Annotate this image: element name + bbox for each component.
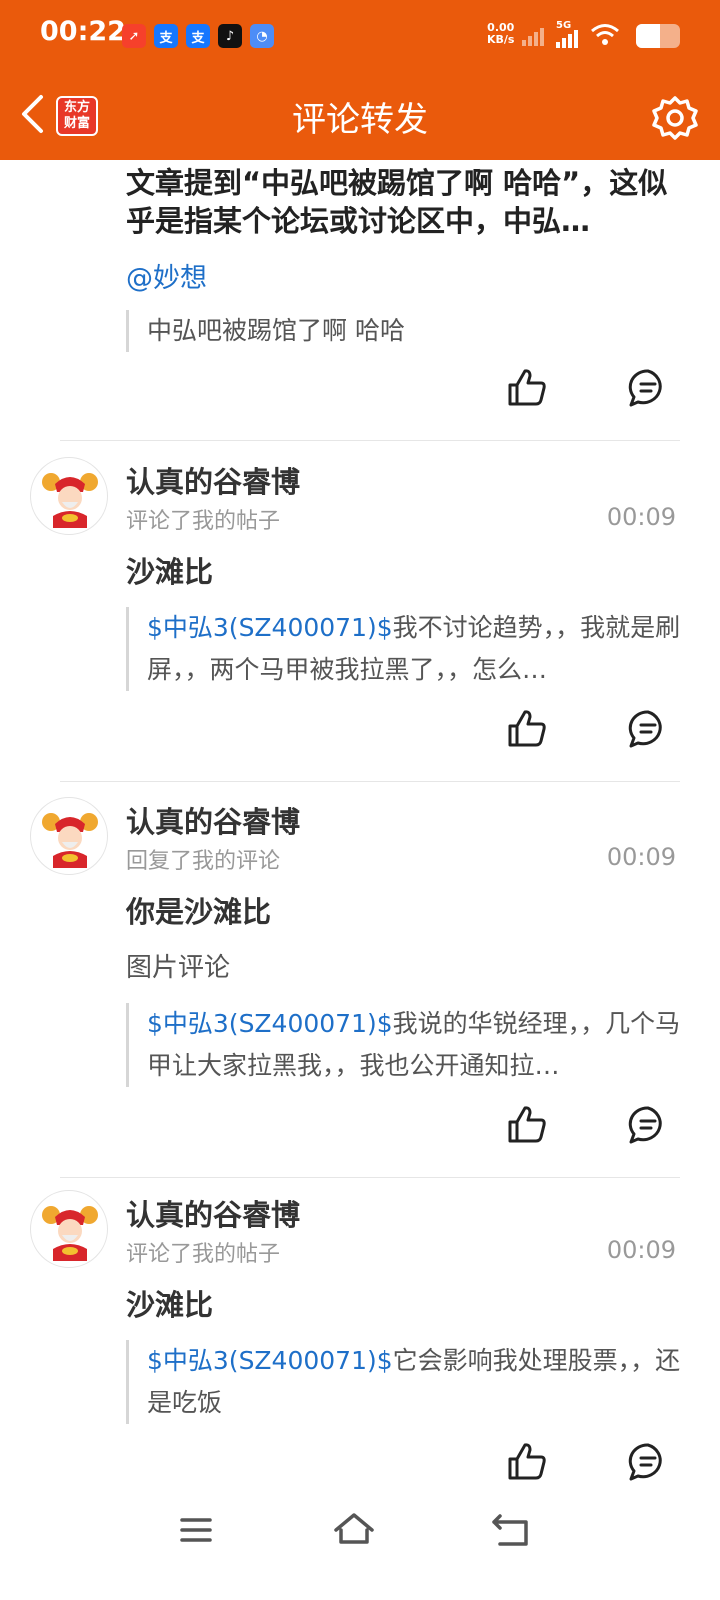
back-nav-button[interactable] <box>490 1508 534 1552</box>
quoted-post[interactable]: $中弘3(SZ400071)$我说的华锐经理，，几个马甲让大家拉黑我，，我也公开… <box>126 1003 686 1087</box>
comment-icon <box>628 369 662 407</box>
divider <box>60 440 680 441</box>
reply-button[interactable] <box>626 707 670 751</box>
home-button[interactable] <box>332 1508 376 1552</box>
signal-weak-icon <box>522 28 544 46</box>
stock-link[interactable]: $中弘3(SZ400071)$ <box>147 1346 393 1375</box>
comment-icon <box>628 710 662 748</box>
avatar-image <box>42 1206 98 1261</box>
divider <box>60 1177 680 1178</box>
settings-button[interactable] <box>650 94 700 144</box>
timestamp: 00:09 <box>606 1236 676 1264</box>
mention-link[interactable]: @妙想 <box>126 256 207 295</box>
avatar-image <box>42 813 98 868</box>
gear-icon <box>652 96 698 140</box>
tiktok-icon: ♪ <box>218 24 242 48</box>
like-button[interactable] <box>506 1103 550 1147</box>
list-item[interactable]: 文章提到“中弘吧被踢馆了啊 哈哈”，这似乎是指某个论坛或讨论区中，中弘… @妙想… <box>0 160 720 440</box>
avatar[interactable] <box>30 1190 108 1268</box>
signal-strong-icon <box>556 30 578 48</box>
username[interactable]: 认真的谷睿博 <box>126 1192 300 1234</box>
quoted-post[interactable]: $中弘3(SZ400071)$它会影响我处理股票，，还是吃饭 <box>126 1340 686 1424</box>
timestamp: 00:09 <box>606 843 676 871</box>
comment-text: 沙滩比 <box>126 1288 214 1322</box>
quoted-post[interactable]: $中弘3(SZ400071)$我不讨论趋势，，我就是刷屏，，两个马甲被我拉黑了，… <box>126 607 686 691</box>
username[interactable]: 认真的谷睿博 <box>126 459 300 501</box>
alipay-icon: 支 <box>186 24 210 48</box>
home-icon <box>334 1513 374 1544</box>
wifi-icon <box>591 24 619 45</box>
comment-icon <box>628 1443 662 1481</box>
alipay-icon: 支 <box>154 24 178 48</box>
reply-button[interactable] <box>626 1103 670 1147</box>
stock-link[interactable]: $中弘3(SZ400071)$ <box>147 613 393 642</box>
image-comment-label[interactable]: 图片评论 <box>126 947 230 984</box>
like-button[interactable] <box>506 366 550 410</box>
menu-icon <box>180 1518 212 1542</box>
action-text: 回复了我的评论 <box>126 849 281 874</box>
reply-button[interactable] <box>626 1440 670 1484</box>
status-app-icons: ➚ 支 支 ♪ ◔ <box>122 24 274 48</box>
notification-app-icon: ➚ <box>122 24 146 48</box>
like-button[interactable] <box>506 1440 550 1484</box>
avatar[interactable] <box>30 797 108 875</box>
menu-button[interactable] <box>174 1508 218 1552</box>
thumbs-up-icon <box>508 369 546 406</box>
comment-icon <box>628 1106 662 1144</box>
net-speed: 0.00 KB/s <box>487 21 515 46</box>
username[interactable]: 认真的谷睿博 <box>126 799 300 841</box>
divider <box>60 781 680 782</box>
post-summary: 文章提到“中弘吧被踢馆了啊 哈哈”，这似乎是指某个论坛或讨论区中，中弘… <box>126 166 668 238</box>
stock-link[interactable]: $中弘3(SZ400071)$ <box>147 1009 393 1038</box>
comment-text: 你是沙滩比 <box>126 895 272 929</box>
thumbs-up-icon <box>508 710 546 747</box>
thumbs-up-icon <box>508 1106 546 1143</box>
reply-button[interactable] <box>626 366 670 410</box>
back-icon <box>492 1514 528 1546</box>
comment-text: 沙滩比 <box>126 555 214 589</box>
thumbs-up-icon <box>508 1443 546 1480</box>
avatar-image <box>42 473 98 528</box>
app-header: 00:22 ➚ 支 支 ♪ ◔ 0.00 KB/s 5G 东方 财富 评论转发 <box>0 0 720 160</box>
battery-icon <box>636 24 680 48</box>
status-time: 00:22 <box>40 16 126 47</box>
avatar[interactable] <box>30 457 108 535</box>
timestamp: 00:09 <box>606 503 676 531</box>
like-button[interactable] <box>506 707 550 751</box>
page-title: 评论转发 <box>292 100 428 140</box>
quoted-post[interactable]: 中弘吧被踢馆了啊 哈哈 <box>126 310 686 352</box>
action-text: 评论了我的帖子 <box>126 1242 281 1267</box>
quote-text: 中弘吧被踢馆了啊 哈哈 <box>147 316 405 345</box>
system-nav-bar <box>0 1490 720 1570</box>
app-icon: ◔ <box>250 24 274 48</box>
action-text: 评论了我的帖子 <box>126 509 281 534</box>
